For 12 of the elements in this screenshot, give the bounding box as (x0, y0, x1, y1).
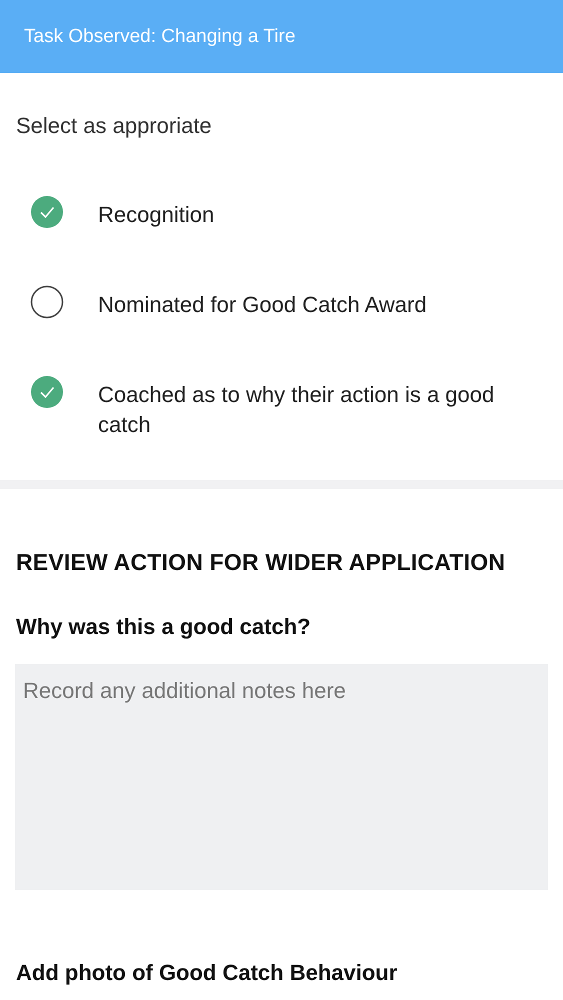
photo-heading: Add photo of Good Catch Behaviour (16, 960, 398, 986)
question-label: Why was this a good catch? (16, 614, 312, 640)
checkbox[interactable] (30, 375, 64, 409)
option-label: Recognition (98, 201, 216, 229)
section-heading: REVIEW ACTION FOR WIDER APPLICATION (16, 549, 506, 576)
option-label: Nominated for Good Catch Award (98, 291, 428, 319)
option-label: Coached as to why their action is a good catch (98, 381, 496, 439)
checkbox[interactable] (30, 195, 64, 229)
checkbox[interactable] (30, 285, 64, 319)
section-heading: Select as approriate (16, 113, 213, 139)
header-title: Task Observed: Changing a Tire (24, 26, 296, 48)
notes-field[interactable]: Record any additional notes here (15, 664, 548, 890)
